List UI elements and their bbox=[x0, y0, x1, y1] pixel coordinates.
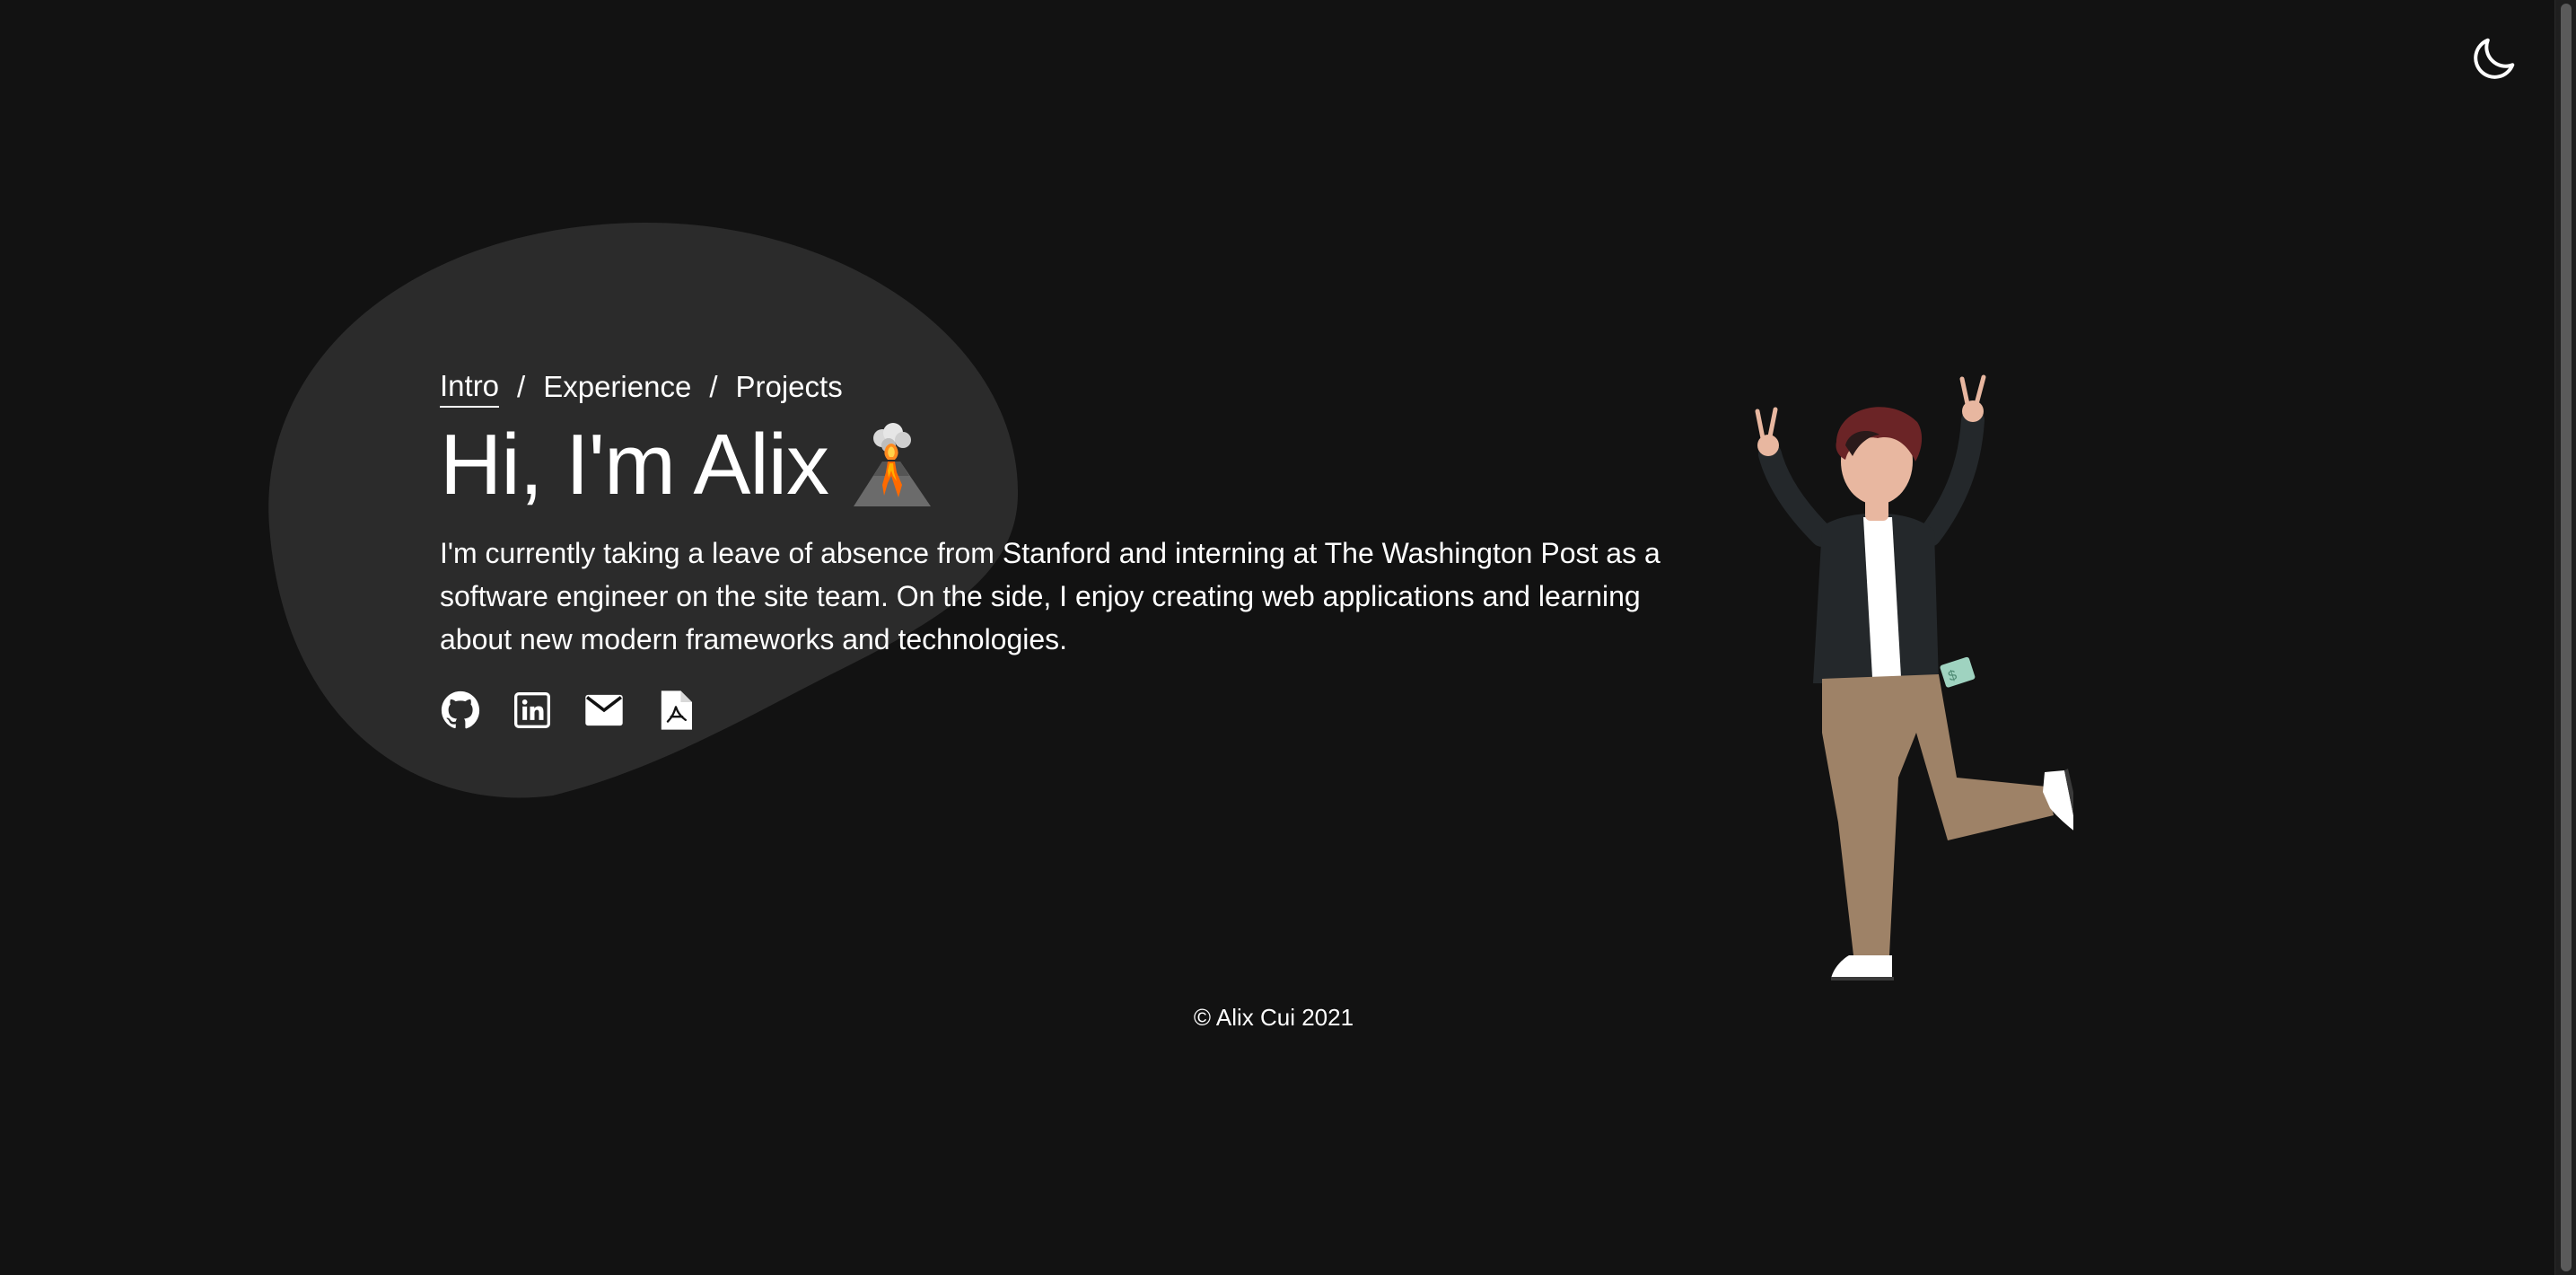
intro-section: Intro / Experience / Projects Hi, I'm Al… bbox=[440, 363, 1660, 731]
email-icon bbox=[585, 694, 623, 726]
page: Intro / Experience / Projects Hi, I'm Al… bbox=[0, 0, 2576, 1275]
hero-bio: I'm currently taking a leave of absence … bbox=[440, 537, 1660, 655]
github-link[interactable] bbox=[440, 690, 481, 731]
email-link[interactable] bbox=[583, 690, 625, 731]
section-nav: Intro / Experience / Projects bbox=[440, 363, 1660, 411]
hero-title: Hi, I'm Alix bbox=[440, 417, 829, 513]
linkedin-link[interactable] bbox=[512, 690, 553, 731]
theme-toggle-button[interactable] bbox=[2466, 32, 2520, 86]
nav-separator: / bbox=[517, 370, 526, 403]
celebrating-person-illustration: $ bbox=[1755, 374, 2073, 980]
footer-copyright: © Alix Cui 2021 bbox=[1193, 1004, 1354, 1031]
pdf-resume-icon bbox=[661, 690, 692, 730]
social-links bbox=[440, 690, 1660, 731]
nav-projects-link[interactable]: Projects bbox=[736, 363, 843, 411]
hero-headline: Hi, I'm Alix bbox=[440, 417, 1660, 514]
github-icon bbox=[441, 690, 480, 729]
linkedin-icon bbox=[514, 692, 550, 728]
page-scrollbar[interactable] bbox=[2554, 0, 2576, 1275]
moon-icon bbox=[2474, 38, 2515, 79]
nav-separator: / bbox=[709, 370, 718, 403]
nav-intro-link[interactable]: Intro bbox=[440, 366, 500, 408]
scrollbar-thumb[interactable] bbox=[2561, 4, 2572, 1271]
resume-link[interactable] bbox=[655, 690, 697, 731]
volcano-icon bbox=[854, 423, 932, 506]
nav-experience-link[interactable]: Experience bbox=[543, 363, 691, 411]
